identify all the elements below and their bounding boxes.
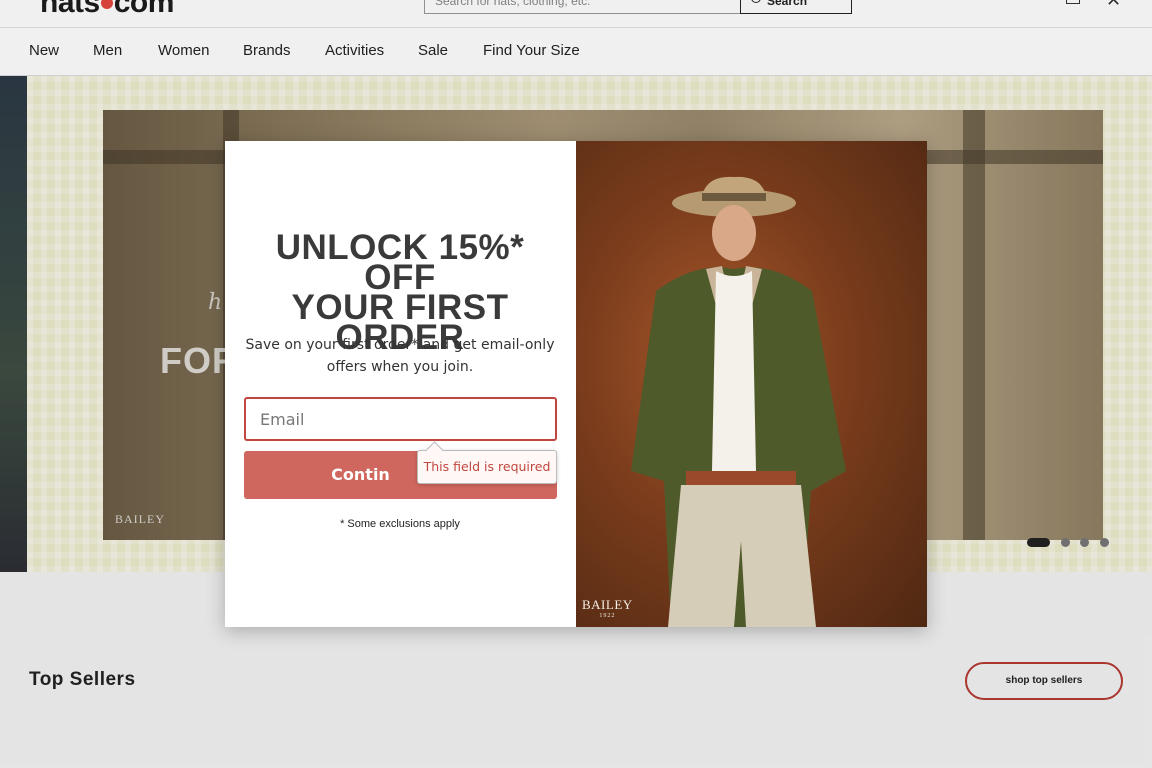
email-field[interactable] (244, 397, 557, 441)
model-illustration (631, 176, 846, 627)
modal-brand-logo: BAILEY 1922 (582, 597, 633, 619)
modal-promo-image: BAILEY 1922 (576, 141, 927, 627)
validation-tooltip: This field is required (417, 450, 557, 484)
popup-subtext: Save on your first order* and get email-… (245, 337, 555, 375)
hat-band (702, 193, 766, 201)
modal-form-panel: UNLOCK 15%* OFF YOUR FIRST ORDER Save on… (225, 141, 576, 627)
modal-brand-year: 1922 (599, 613, 616, 619)
model-shirt (712, 271, 756, 471)
model-belt (686, 471, 796, 485)
continue-button-label: Contin (331, 465, 390, 484)
popup-headline-line: UNLOCK 15%* OFF (275, 228, 525, 297)
modal-brand-name: BAILEY (582, 597, 633, 612)
email-signup-modal: UNLOCK 15%* OFF YOUR FIRST ORDER Save on… (225, 141, 927, 627)
model-face (712, 205, 756, 261)
exclusions-note: * Some exclusions apply (340, 518, 460, 530)
